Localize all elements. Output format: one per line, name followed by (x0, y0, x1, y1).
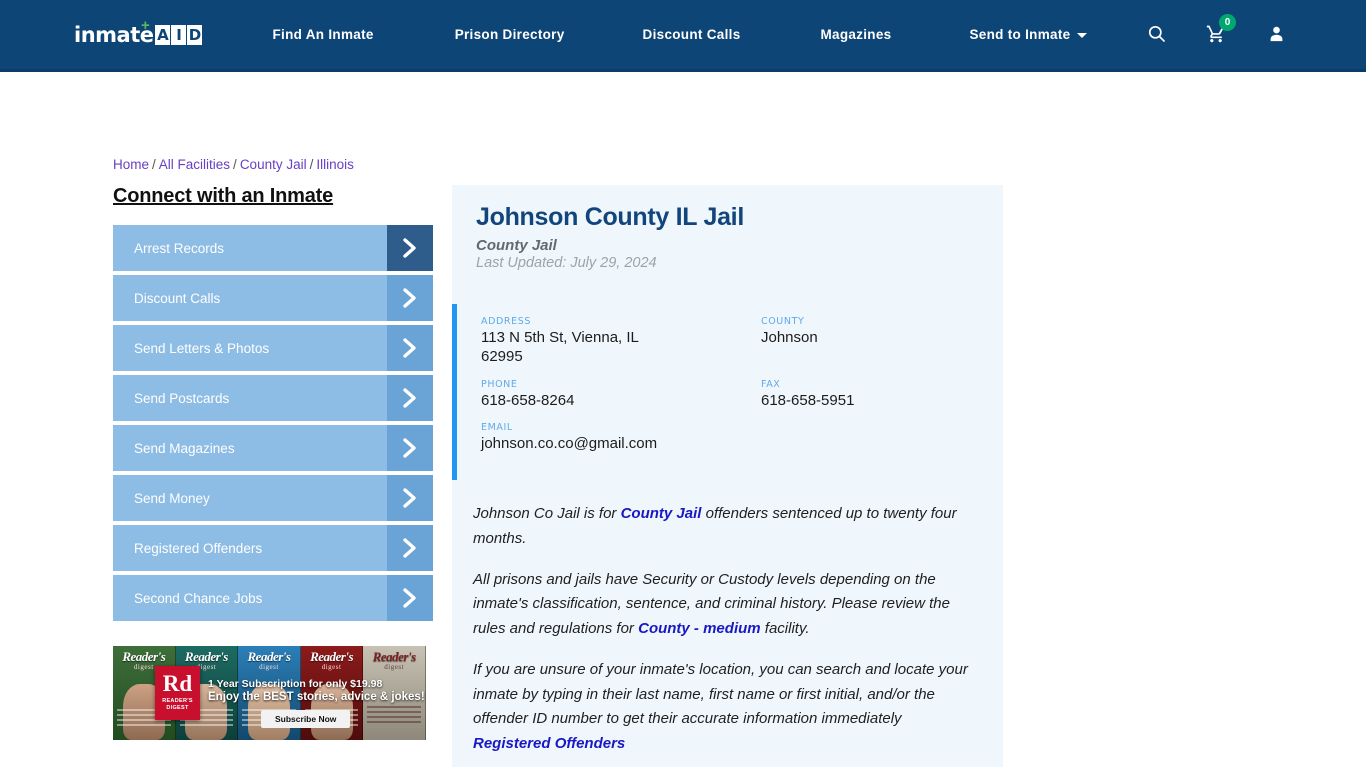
sidebar-item-registered-offenders[interactable]: Registered Offenders (113, 525, 433, 571)
chevron-right-icon[interactable] (387, 525, 433, 571)
search-icon[interactable] (1147, 24, 1166, 48)
link-county-medium[interactable]: County - medium (638, 620, 761, 637)
link-county-jail[interactable]: County Jail (621, 505, 702, 522)
sidebar-item-label: Send Magazines (134, 440, 235, 456)
empty-cell (761, 422, 979, 466)
nav-item-discount-calls[interactable]: Discount Calls (643, 27, 741, 42)
logo-letter-a: A (155, 24, 171, 45)
breadcrumb-separator: / (152, 157, 156, 172)
nav-icon-group: 0 (1147, 0, 1366, 72)
sidebar-item-label: Send Postcards (134, 390, 230, 406)
advertisement-banner[interactable]: Reader's digest Reader's digest Reader's… (113, 646, 426, 740)
chevron-right-icon[interactable] (387, 475, 433, 521)
p1-text-a: Johnson Co Jail is for (473, 505, 621, 522)
chevron-right-icon[interactable] (387, 375, 433, 421)
breadcrumb-separator: / (309, 157, 314, 172)
nav-item-magazines[interactable]: Magazines (821, 27, 892, 42)
page-title: Johnson County IL Jail (476, 203, 744, 231)
facility-description: Johnson Co Jail is for County Jail offen… (452, 480, 1003, 757)
sidebar-item-send-money[interactable]: Send Money (113, 475, 433, 521)
sidebar: Connect with an Inmate Arrest Records Di… (113, 185, 433, 625)
sidebar-item-label: Send Money (134, 490, 210, 506)
sidebar-item-label: Send Letters & Photos (134, 340, 270, 356)
chevron-right-icon[interactable] (387, 575, 433, 621)
sidebar-item-label: Second Chance Jobs (134, 590, 263, 606)
phone-value: 618-658-8264 (481, 391, 575, 409)
logo-aid: A I D (155, 24, 203, 45)
cart-count-badge: 0 (1219, 13, 1236, 31)
chevron-down-icon (1077, 32, 1088, 38)
ad-cover-subtitle: digest (259, 663, 279, 671)
user-icon[interactable] (1267, 24, 1286, 49)
email-value: johnson.co.co@gmail.com (481, 435, 658, 453)
fax-field: FAX 618-658-5951 (761, 379, 979, 423)
phone-field: PHONE 618-658-8264 (481, 379, 761, 423)
ad-cover-lines (367, 706, 421, 732)
nav-links: Find An Inmate Prison Directory Discount… (272, 27, 1088, 42)
sidebar-item-send-letters-photos[interactable]: Send Letters & Photos (113, 325, 433, 371)
sidebar-item-label: Arrest Records (134, 240, 225, 256)
p3-text-a: If you are unsure of your inmate's locat… (473, 660, 968, 728)
facility-card: Johnson County IL Jail County Jail Last … (452, 185, 1003, 767)
nav-item-send-to-inmate-label: Send to Inmate (969, 27, 1071, 42)
sidebar-item-send-magazines[interactable]: Send Magazines (113, 425, 433, 471)
sidebar-item-label: Registered Offenders (134, 540, 263, 556)
facility-type: County Jail (476, 237, 557, 254)
breadcrumb-item-county-jail[interactable]: County Jail (240, 157, 307, 172)
breadcrumb-item-home[interactable]: Home (113, 157, 149, 172)
chevron-right-icon[interactable] (387, 225, 433, 271)
nav-item-prison-directory[interactable]: Prison Directory (455, 27, 565, 42)
description-paragraph-3: If you are unsure of your inmate's locat… (473, 658, 981, 757)
p2-text-b: facility. (760, 620, 810, 637)
phone-label: PHONE (481, 378, 518, 390)
nav-item-send-to-inmate[interactable]: Send to Inmate (969, 27, 1088, 42)
logo-letter-i: I (171, 24, 187, 45)
sidebar-item-second-chance-jobs[interactable]: Second Chance Jobs (113, 575, 433, 621)
address-value: 113 N 5th St, Vienna, IL 62995 (481, 329, 639, 365)
ad-subscribe-button[interactable]: Subscribe Now (261, 710, 351, 728)
ad-subheadline: Enjoy the BEST stories, advice & jokes! (208, 691, 425, 703)
logo-plus-icon: + (141, 16, 150, 34)
ad-brand-name: READER'S DIGEST (162, 698, 193, 712)
facility-contact-block: ADDRESS 113 N 5th St, Vienna, IL 62995 C… (452, 304, 1003, 480)
facility-header: Johnson County IL Jail County Jail Last … (452, 185, 1003, 271)
top-navbar: inmate + A I D Find An Inmate Prison Dir… (0, 0, 1366, 72)
ad-brand-logo: Rd READER'S DIGEST (155, 666, 200, 720)
breadcrumb-item-all-facilities[interactable]: All Facilities (159, 157, 230, 172)
chevron-right-icon[interactable] (387, 275, 433, 321)
description-paragraph-1: Johnson Co Jail is for County Jail offen… (473, 502, 981, 552)
ad-headline: 1 Year Subscription for only $19.98 (208, 678, 383, 690)
email-field: EMAIL johnson.co.co@gmail.com (481, 422, 761, 466)
facility-last-updated: Last Updated: July 29, 2024 (476, 255, 657, 271)
email-label: EMAIL (481, 422, 513, 434)
address-label: ADDRESS (481, 316, 531, 327)
breadcrumb: Home / All Facilities / County Jail / Illinois (113, 157, 354, 172)
breadcrumb-separator: / (233, 157, 237, 172)
chevron-right-icon[interactable] (387, 325, 433, 371)
county-label: COUNTY (761, 316, 805, 327)
breadcrumb-item-illinois[interactable]: Illinois (316, 157, 354, 172)
cart-icon[interactable]: 0 (1205, 13, 1236, 49)
sidebar-item-arrest-records[interactable]: Arrest Records (113, 225, 433, 271)
fax-value: 618-658-5951 (761, 391, 855, 409)
fax-label: FAX (761, 378, 781, 390)
ad-cover-subtitle: digest (321, 663, 342, 671)
sidebar-item-discount-calls[interactable]: Discount Calls (113, 275, 433, 321)
sidebar-item-label: Discount Calls (134, 290, 221, 306)
facility-contact-grid: ADDRESS 113 N 5th St, Vienna, IL 62995 C… (481, 316, 979, 466)
logo-letter-d: D (187, 24, 203, 45)
county-field: COUNTY Johnson (761, 316, 979, 379)
link-registered-offenders[interactable]: Registered Offenders (473, 735, 625, 752)
sidebar-item-send-postcards[interactable]: Send Postcards (113, 375, 433, 421)
address-field: ADDRESS 113 N 5th St, Vienna, IL 62995 (481, 316, 761, 379)
site-logo[interactable]: inmate + A I D (74, 16, 203, 50)
sidebar-title: Connect with an Inmate (113, 185, 334, 207)
description-paragraph-2: All prisons and jails have Security or C… (473, 568, 981, 642)
ad-cover-subtitle: digest (384, 663, 405, 671)
chevron-right-icon[interactable] (387, 425, 433, 471)
ad-brand-initials: Rd (162, 670, 193, 696)
nav-item-find-an-inmate[interactable]: Find An Inmate (272, 27, 373, 42)
county-value: Johnson (761, 329, 818, 346)
sidebar-list: Arrest Records Discount Calls Send Lette… (113, 225, 433, 621)
